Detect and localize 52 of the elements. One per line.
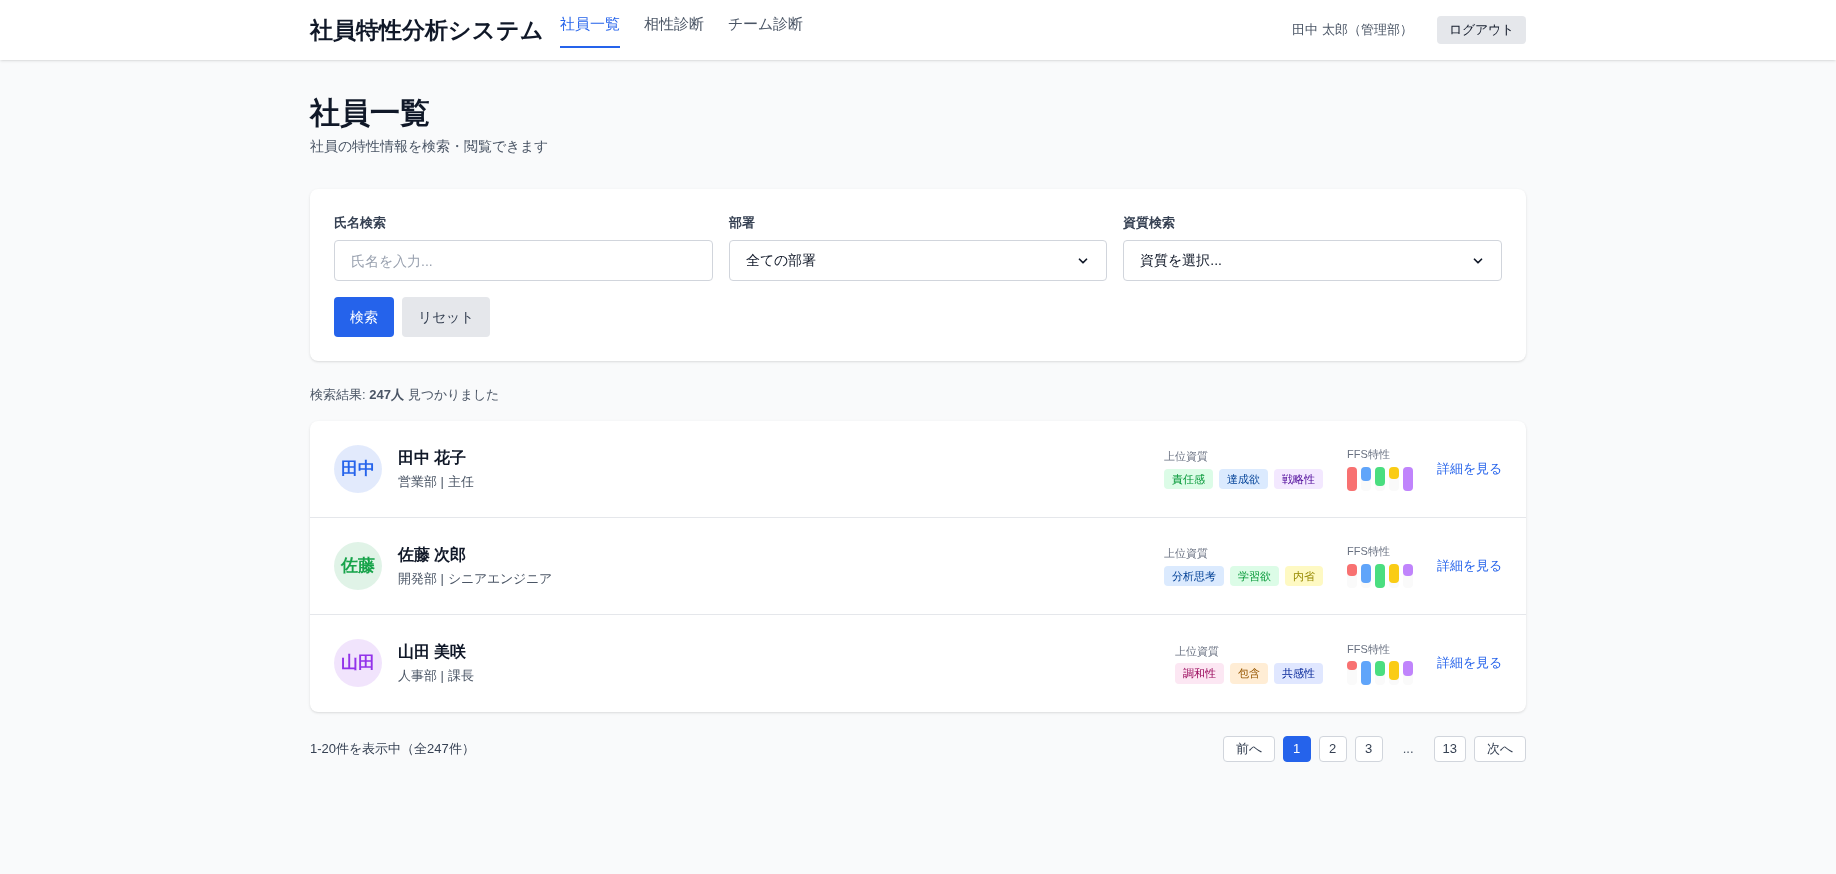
details-link[interactable]: 詳細を見る	[1437, 653, 1502, 673]
ffs-label: FFS特性	[1347, 641, 1391, 657]
field-label: 資質検索	[1123, 213, 1177, 232]
trait-tag: 達成欲	[1219, 468, 1268, 489]
employee-name: 佐藤 次郎	[398, 544, 468, 565]
trait-tag: 調和性	[1175, 663, 1224, 684]
avatar: 山田	[334, 639, 382, 687]
traits-label: 上位資質	[1164, 546, 1209, 561]
employee-role: 営業部 | 主任	[398, 472, 474, 491]
nav-tab[interactable]: 社員一覧	[560, 0, 620, 48]
page-button[interactable]: 1	[1282, 735, 1311, 762]
page-title: 社員一覧	[310, 95, 431, 131]
trait-tag: 責任感	[1164, 468, 1213, 489]
app-title: 社員特性分析システム	[310, 15, 544, 45]
pagination-ellipsis: ...	[1401, 739, 1415, 758]
field-label: 氏名検索	[334, 213, 387, 232]
trait-tag: 包含	[1230, 663, 1268, 684]
details-link[interactable]: 詳細を見る	[1437, 555, 1502, 576]
trait-tag: 分析思考	[1164, 565, 1224, 586]
traits-label: 上位資質	[1164, 449, 1209, 464]
employee-name: 山田 美咲	[398, 642, 468, 663]
page-button[interactable]: 13	[1433, 735, 1466, 762]
nav-tab[interactable]: 相性診断	[644, 0, 704, 48]
trait-select[interactable]: 資質を選択...	[1123, 240, 1502, 281]
ffs-label: FFS特性	[1347, 447, 1391, 463]
page-button[interactable]: 2	[1318, 735, 1347, 762]
traits-label: 上位資質	[1175, 643, 1220, 659]
user-name: 田中 太郎（管理部）	[1292, 21, 1413, 40]
trait-tag: 学習欲	[1230, 565, 1279, 586]
avatar: 田中	[334, 444, 382, 493]
details-link[interactable]: 詳細を見る	[1437, 458, 1502, 479]
avatar: 佐藤	[334, 541, 382, 590]
next-button[interactable]: 次へ	[1474, 735, 1526, 762]
logout-button[interactable]: ログアウト	[1437, 16, 1526, 44]
reset-button[interactable]: リセット	[402, 297, 490, 337]
pagination-summary: 1-20件を表示中（全247件）	[310, 739, 475, 758]
previous-button[interactable]: 前へ	[1222, 735, 1275, 762]
trait-tag: 戦略性	[1274, 468, 1323, 489]
employee-name: 田中 花子	[398, 447, 468, 468]
page-button[interactable]: 3	[1354, 735, 1383, 762]
nav-tab[interactable]: チーム診断	[728, 0, 803, 48]
trait-tag: 内省	[1285, 565, 1323, 586]
field-label: 部署	[728, 213, 756, 232]
results-count: 検索結果: 247人 見つかりました	[310, 386, 500, 404]
search-button[interactable]: 検索	[334, 297, 394, 337]
page-subtitle: 社員の特性情報を検索・閲覧できます	[310, 136, 549, 156]
department-select[interactable]: 全ての部署	[728, 240, 1108, 281]
trait-tag: 共感性	[1274, 663, 1323, 684]
employee-role: 人事部 | 課長	[398, 667, 474, 686]
ffs-label: FFS特性	[1347, 544, 1391, 560]
name-search-field[interactable]: 氏名を入力...	[334, 240, 713, 281]
employee-role: 開発部 | シニアエンジニア	[398, 569, 552, 588]
